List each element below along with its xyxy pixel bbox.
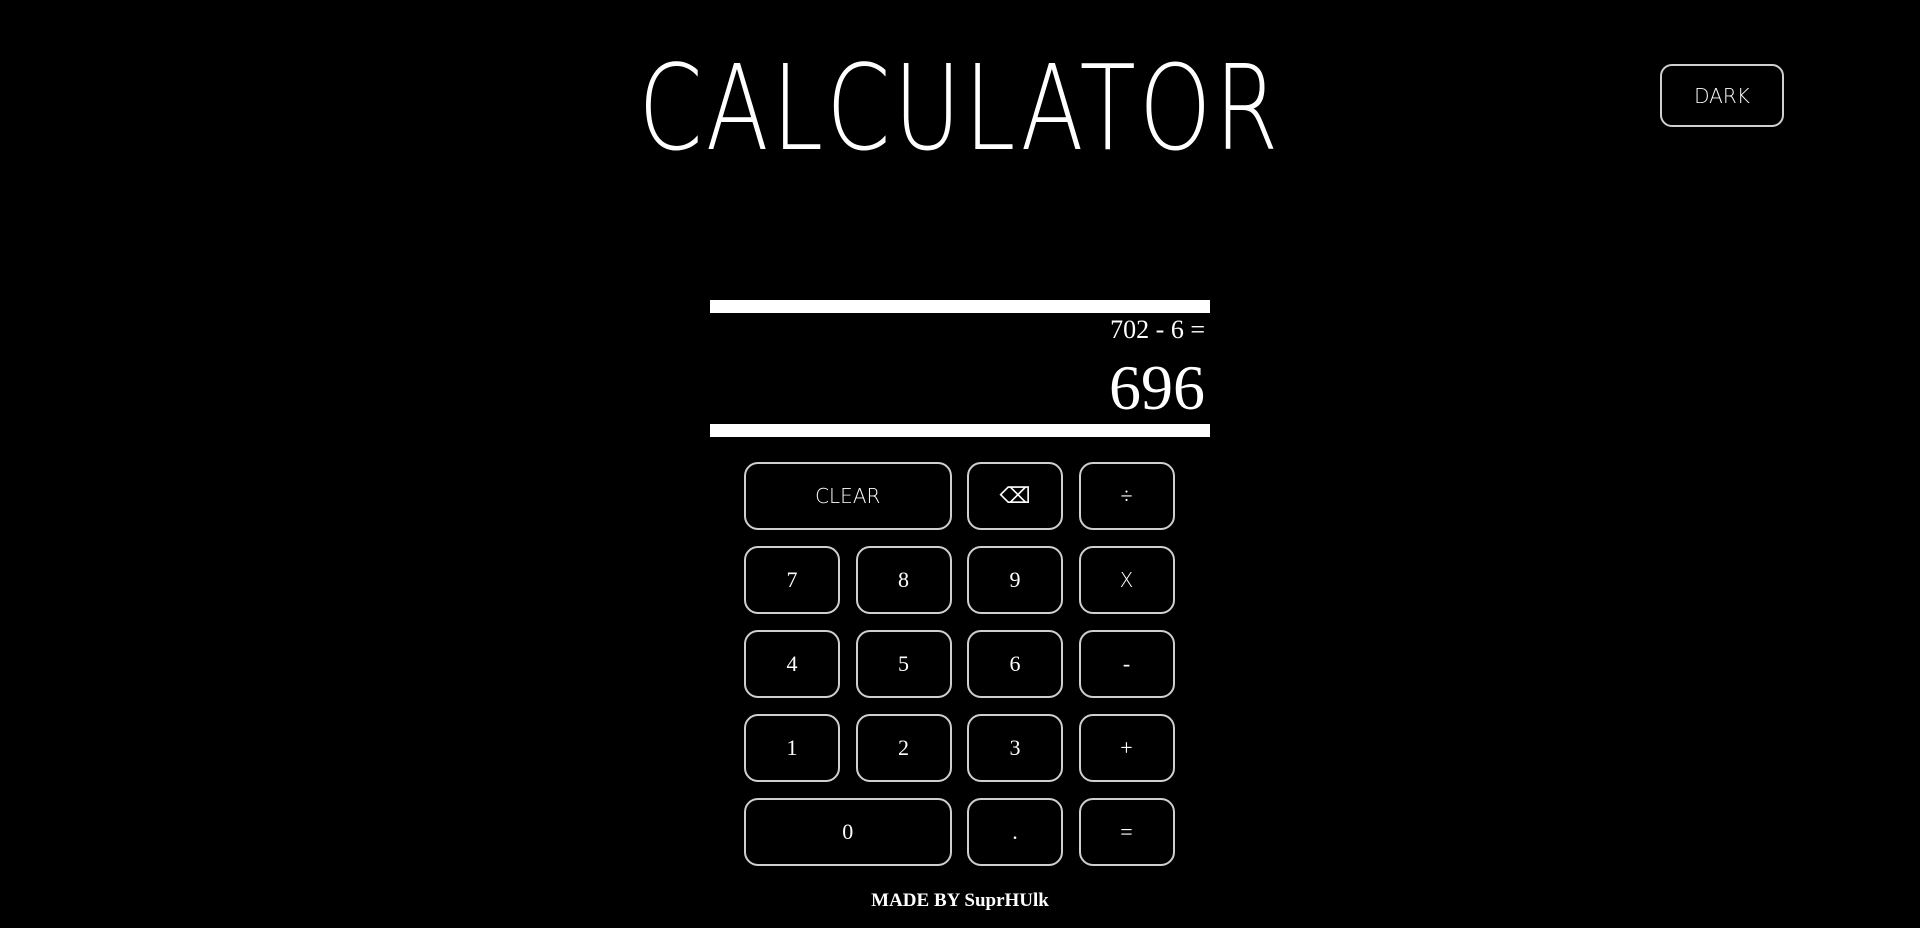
theme-toggle-button[interactable]: DARK: [1660, 64, 1784, 127]
digit-1-button[interactable]: 1: [744, 714, 840, 782]
digit-0-button[interactable]: 0: [744, 798, 952, 866]
digit-4-button[interactable]: 4: [744, 630, 840, 698]
previous-operand: 702 - 6 =: [1110, 315, 1205, 344]
digit-3-button[interactable]: 3: [967, 714, 1063, 782]
backspace-button[interactable]: ⌫: [967, 462, 1063, 530]
multiply-button[interactable]: X: [1078, 546, 1175, 614]
calculator-display: 702 - 6 = 696: [710, 300, 1210, 437]
equals-button[interactable]: =: [1078, 798, 1175, 866]
clear-button[interactable]: CLEAR: [744, 462, 952, 530]
add-button[interactable]: +: [1078, 714, 1175, 782]
digit-8-button[interactable]: 8: [855, 546, 952, 614]
digit-7-button[interactable]: 7: [744, 546, 840, 614]
digit-5-button[interactable]: 5: [855, 630, 952, 698]
digit-6-button[interactable]: 6: [967, 630, 1063, 698]
page-title: CALCULATOR: [638, 39, 1282, 177]
digit-9-button[interactable]: 9: [967, 546, 1063, 614]
decimal-button[interactable]: .: [967, 798, 1063, 866]
subtract-button[interactable]: -: [1078, 630, 1175, 698]
current-operand: 696: [1109, 352, 1205, 423]
footer-credit: MADE BY SuprHUlk: [871, 890, 1049, 911]
digit-2-button[interactable]: 2: [855, 714, 952, 782]
keypad: CLEAR ⌫ ÷ 7 8 9 X 4 5 6 - 1 2 3 + 0 . =: [744, 462, 1176, 866]
divide-button[interactable]: ÷: [1078, 462, 1175, 530]
